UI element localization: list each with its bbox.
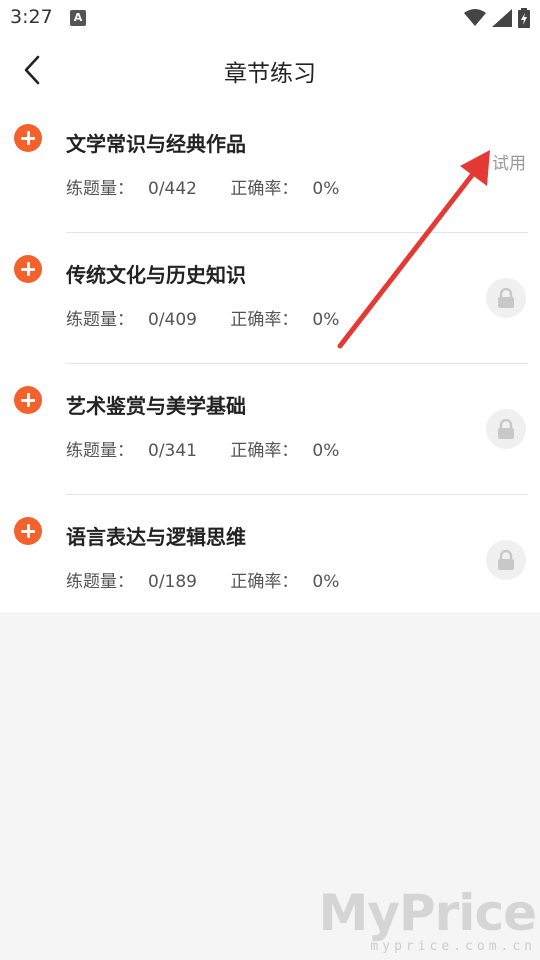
count-label: 练题量： bbox=[66, 572, 134, 592]
battery-icon bbox=[518, 8, 530, 28]
watermark: MyPrice myprice.com.cn bbox=[318, 884, 537, 954]
chapter-title: 传统文化与历史知识 bbox=[66, 263, 246, 287]
count-label: 练题量： bbox=[66, 441, 134, 461]
accuracy-value: 0% bbox=[312, 179, 340, 199]
chapter-stats: 练题量： 0/189 正确率： 0% bbox=[66, 567, 367, 592]
wifi-icon bbox=[464, 9, 486, 26]
lock-button[interactable] bbox=[486, 540, 526, 580]
accuracy-value: 0% bbox=[312, 310, 340, 330]
app-header: 章节练习 bbox=[0, 38, 540, 102]
chapter-list: 文学常识与经典作品 练题量： 0/442 正确率： 0% 试用 传统文化与历史知识 … bbox=[0, 102, 540, 612]
count-value: 0/442 bbox=[148, 179, 197, 199]
count-label: 练题量： bbox=[66, 179, 134, 199]
status-time: 3:27 bbox=[10, 6, 53, 28]
chapter-stats: 练题量： 0/341 正确率： 0% bbox=[66, 436, 367, 461]
chapter-item[interactable]: 文学常识与经典作品 练题量： 0/442 正确率： 0% 试用 bbox=[0, 102, 540, 233]
expand-plus-icon[interactable] bbox=[14, 386, 42, 414]
count-value: 0/189 bbox=[148, 572, 197, 592]
lock-icon bbox=[498, 550, 514, 570]
chapter-item[interactable]: 语言表达与逻辑思维 练题量： 0/189 正确率： 0% bbox=[0, 495, 540, 612]
notification-icon: A bbox=[70, 10, 86, 26]
chapter-title: 艺术鉴赏与美学基础 bbox=[66, 394, 246, 418]
page-title: 章节练习 bbox=[224, 61, 316, 87]
expand-plus-icon[interactable] bbox=[14, 124, 42, 152]
chapter-title: 文学常识与经典作品 bbox=[66, 132, 246, 156]
expand-plus-icon[interactable] bbox=[14, 517, 42, 545]
lock-icon bbox=[498, 419, 514, 439]
status-icons bbox=[464, 8, 530, 28]
accuracy-label: 正确率： bbox=[230, 441, 299, 461]
chapter-item[interactable]: 艺术鉴赏与美学基础 练题量： 0/341 正确率： 0% bbox=[0, 364, 540, 495]
chapter-title: 语言表达与逻辑思维 bbox=[66, 525, 246, 549]
count-label: 练题量： bbox=[66, 310, 134, 330]
lock-button[interactable] bbox=[486, 409, 526, 449]
accuracy-value: 0% bbox=[312, 572, 340, 592]
status-bar: 3:27 A bbox=[0, 0, 540, 38]
count-value: 0/341 bbox=[148, 441, 197, 461]
accuracy-label: 正确率： bbox=[230, 310, 299, 330]
accuracy-label: 正确率： bbox=[230, 179, 299, 199]
lock-icon bbox=[498, 288, 514, 308]
accuracy-label: 正确率： bbox=[230, 572, 299, 592]
count-value: 0/409 bbox=[148, 310, 197, 330]
expand-plus-icon[interactable] bbox=[14, 255, 42, 283]
lock-button[interactable] bbox=[486, 278, 526, 318]
signal-icon bbox=[492, 9, 512, 27]
trial-button[interactable]: 试用 bbox=[492, 149, 526, 174]
chapter-stats: 练题量： 0/442 正确率： 0% bbox=[66, 174, 367, 199]
accuracy-value: 0% bbox=[312, 441, 340, 461]
watermark-logo: MyPrice bbox=[318, 884, 537, 942]
chapter-item[interactable]: 传统文化与历史知识 练题量： 0/409 正确率： 0% bbox=[0, 233, 540, 364]
chapter-stats: 练题量： 0/409 正确率： 0% bbox=[66, 305, 367, 330]
